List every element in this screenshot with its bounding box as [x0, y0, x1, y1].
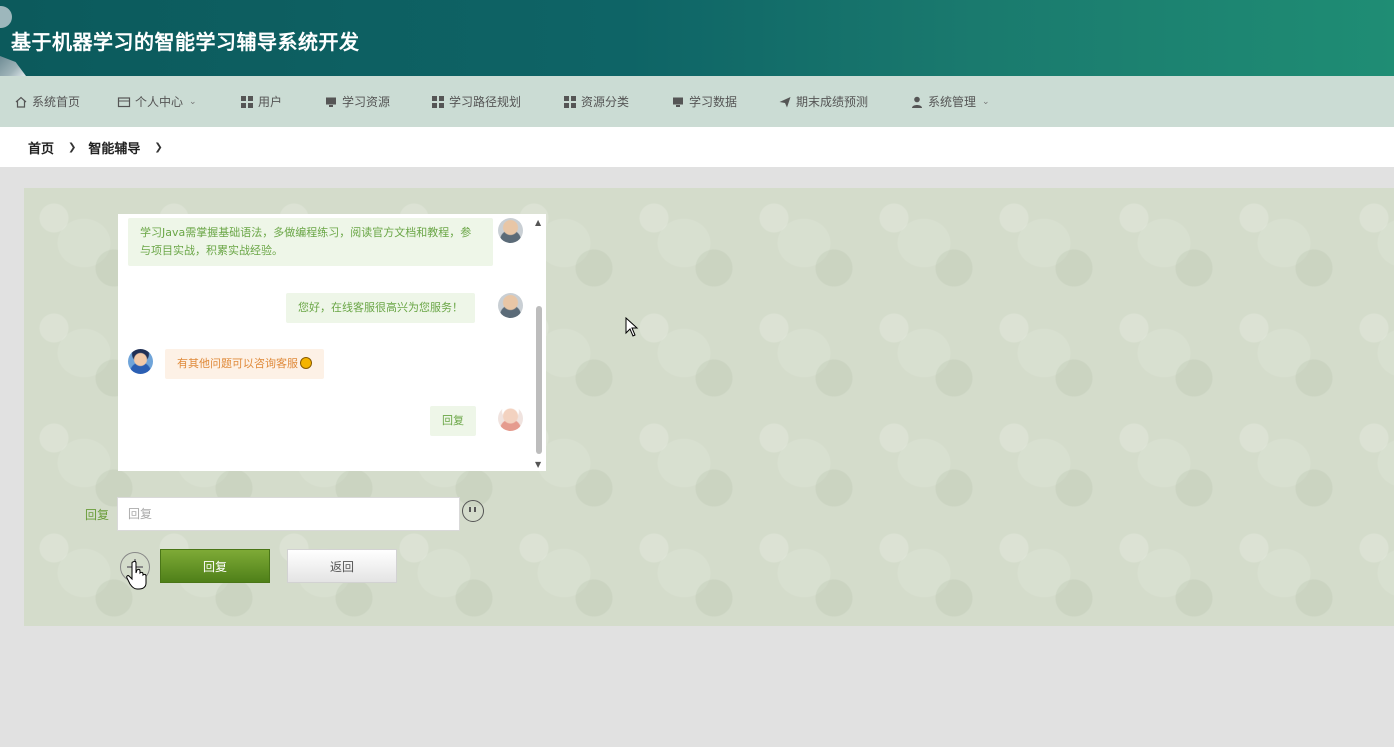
- chat-scrollbar[interactable]: ▲ ▼: [532, 214, 546, 471]
- chevron-down-icon: ⌄: [982, 96, 990, 107]
- avatar: [498, 218, 523, 243]
- monitor-icon: [671, 95, 685, 109]
- chat-window[interactable]: 学习Java需掌握基础语法，多做编程练习，阅读官方文档和教程，参与项目实战，积累…: [118, 214, 546, 471]
- system-title: 基于机器学习的智能学习辅导系统开发: [11, 30, 360, 54]
- monitor-icon: [324, 95, 338, 109]
- reply-label: 回复: [85, 508, 110, 522]
- nav-item-label: 期末成绩预测: [796, 95, 869, 109]
- nav-item-label: 用户: [258, 95, 283, 109]
- id-card-icon: [117, 95, 131, 109]
- nav-item-learning-data[interactable]: 学习数据: [671, 76, 737, 127]
- chat-message-reply: 回复: [430, 406, 476, 436]
- reply-button[interactable]: 回复: [160, 549, 270, 583]
- mouse-pointer-icon: [625, 317, 639, 337]
- nav-item-label: 学习路径规划: [449, 95, 522, 109]
- chat-message-text: 回复: [442, 414, 464, 427]
- nav-item-home[interactable]: 系统首页: [14, 76, 80, 127]
- back-button[interactable]: 返回: [287, 549, 397, 583]
- nav-item-label: 资源分类: [581, 95, 630, 109]
- chevron-down-icon: ⌄: [189, 96, 197, 107]
- nav-item-label: 学习资源: [342, 95, 391, 109]
- nav-item-label: 学习数据: [689, 95, 738, 109]
- chat-message-user: 有其他问题可以咨询客服: [165, 349, 324, 379]
- grin-emoji-icon: [300, 357, 312, 369]
- emoji-picker-icon[interactable]: [462, 500, 484, 522]
- breadcrumb-home[interactable]: 首页: [28, 138, 54, 157]
- scroll-up-arrow-icon[interactable]: ▲: [535, 218, 541, 227]
- grid-icon: [240, 95, 254, 109]
- reply-input[interactable]: [117, 497, 460, 531]
- scrollbar-thumb[interactable]: [536, 306, 542, 454]
- chat-message-reply: 学习Java需掌握基础语法，多做编程练习，阅读官方文档和教程，参与项目实战，积累…: [128, 218, 493, 266]
- avatar: [498, 406, 523, 431]
- nav-item-label: 系统管理: [928, 95, 977, 109]
- avatar: [498, 293, 523, 318]
- paper-plane-icon: [778, 95, 792, 109]
- breadcrumb-current[interactable]: 智能辅导: [88, 138, 140, 157]
- hand-cursor-icon: [126, 560, 147, 590]
- user-icon: [910, 95, 924, 109]
- chat-message-reply: 您好，在线客服很高兴为您服务！: [286, 293, 475, 323]
- chevron-right-icon: ❯: [154, 141, 163, 153]
- decorative-book-image: [0, 56, 26, 76]
- nav-item-users[interactable]: 用户: [240, 76, 282, 127]
- breadcrumb: 首页 ❯ 智能辅导 ❯: [0, 127, 1394, 167]
- chat-message-text: 有其他问题可以咨询客服: [177, 357, 298, 370]
- decorative-circle: [0, 6, 12, 28]
- top-nav: 系统首页 个人中心 ⌄ 用户 学习资源 学习路径规划 资源分类 学习数据 期末成…: [0, 76, 1394, 127]
- header-bar: 基于机器学习的智能学习辅导系统开发: [0, 0, 1394, 76]
- nav-item-personal-center[interactable]: 个人中心 ⌄: [117, 76, 197, 127]
- chat-message-text: 学习Java需掌握基础语法，多做编程练习，阅读官方文档和教程，参与项目实战，积累…: [140, 226, 472, 257]
- chevron-right-icon: ❯: [68, 141, 77, 153]
- chat-message-text: 您好，在线客服很高兴为您服务！: [298, 301, 463, 314]
- nav-item-score-prediction[interactable]: 期末成绩预测: [778, 76, 868, 127]
- nav-item-label: 个人中心: [135, 95, 184, 109]
- nav-item-label: 系统首页: [32, 95, 81, 109]
- scroll-down-arrow-icon[interactable]: ▼: [535, 460, 541, 469]
- nav-item-learning-path[interactable]: 学习路径规划: [431, 76, 521, 127]
- nav-item-learning-resources[interactable]: 学习资源: [324, 76, 390, 127]
- avatar: [128, 349, 153, 374]
- grid-icon: [563, 95, 577, 109]
- nav-item-system-management[interactable]: 系统管理 ⌄: [910, 76, 990, 127]
- grid-icon: [431, 95, 445, 109]
- nav-item-resource-category[interactable]: 资源分类: [563, 76, 629, 127]
- home-icon: [14, 95, 28, 109]
